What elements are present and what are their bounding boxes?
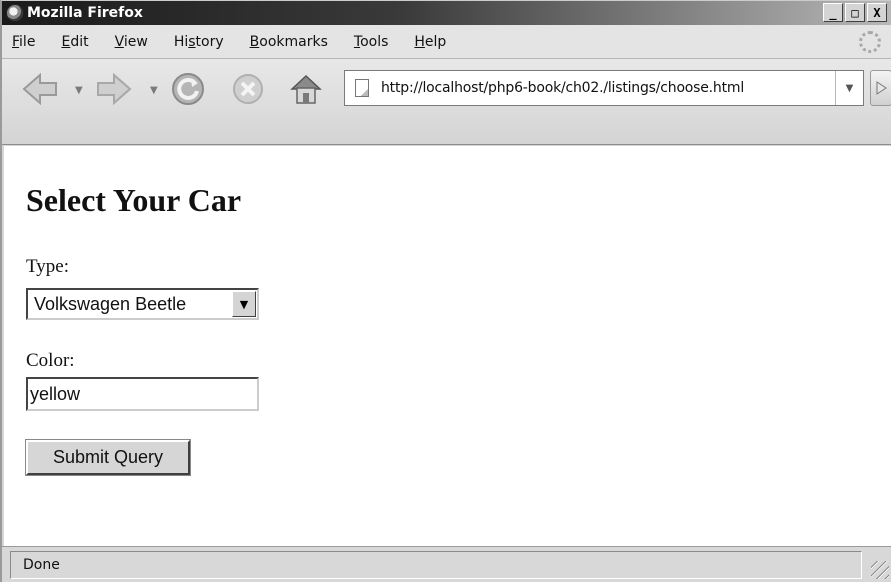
forward-history-dropdown[interactable]: ▼ [150,85,160,96]
stop-icon [233,74,263,104]
type-selected-value: Volkswagen Beetle [34,293,187,314]
color-label: Color: [26,350,75,371]
browser-window: Mozilla Firefox _ □ X File Edit View His… [0,0,891,582]
status-text: Done [10,551,862,579]
menu-file[interactable]: File [12,34,35,50]
home-icon [290,74,322,104]
maximize-button[interactable]: □ [845,3,865,22]
firefox-logo-icon [6,4,24,22]
menu-tools[interactable]: Tools [354,34,389,50]
resize-grip-icon[interactable] [871,561,889,579]
chevron-down-icon[interactable]: ▼ [232,291,256,317]
back-arrow-icon [22,72,57,106]
menu-bookmarks[interactable]: Bookmarks [250,34,328,50]
reload-button[interactable] [168,69,208,109]
navigation-toolbar: ▼ ▼ http://localhost/php6-book/ch02./lis… [2,59,891,145]
menu-help[interactable]: Help [414,34,446,50]
back-button[interactable] [20,69,60,109]
stop-button[interactable] [228,69,268,109]
menu-edit[interactable]: Edit [61,34,88,50]
type-label: Type: [26,256,69,277]
page-content: Select Your Car Type: Volkswagen Beetle … [4,146,891,546]
go-arrow-icon [876,81,887,95]
address-bar[interactable]: http://localhost/php6-book/ch02./listing… [344,70,864,106]
title-bar: Mozilla Firefox _ □ X [2,1,891,25]
close-button[interactable]: X [867,3,887,22]
home-button[interactable] [286,69,326,109]
type-select[interactable]: Volkswagen Beetle ▼ [26,288,259,320]
back-history-dropdown[interactable]: ▼ [75,85,85,96]
menu-history[interactable]: History [174,34,224,50]
window-title: Mozilla Firefox [27,5,143,21]
go-button[interactable] [870,70,891,106]
page-title: Select Your Car [26,182,242,218]
url-text[interactable]: http://localhost/php6-book/ch02./listing… [381,80,744,96]
throbber-icon [859,31,881,53]
submit-button[interactable]: Submit Query [25,439,191,476]
forward-arrow-icon [97,72,132,106]
minimize-button[interactable]: _ [823,3,843,22]
color-field[interactable] [26,377,259,411]
menu-view[interactable]: View [115,34,148,50]
reload-icon [172,73,204,105]
window-controls: _ □ X [823,3,887,22]
menu-bar: File Edit View History Bookmarks Tools H… [2,25,891,59]
forward-button[interactable] [94,69,134,109]
page-icon [355,79,369,97]
status-bar: Done [2,546,891,582]
url-history-dropdown[interactable]: ▼ [835,71,863,105]
